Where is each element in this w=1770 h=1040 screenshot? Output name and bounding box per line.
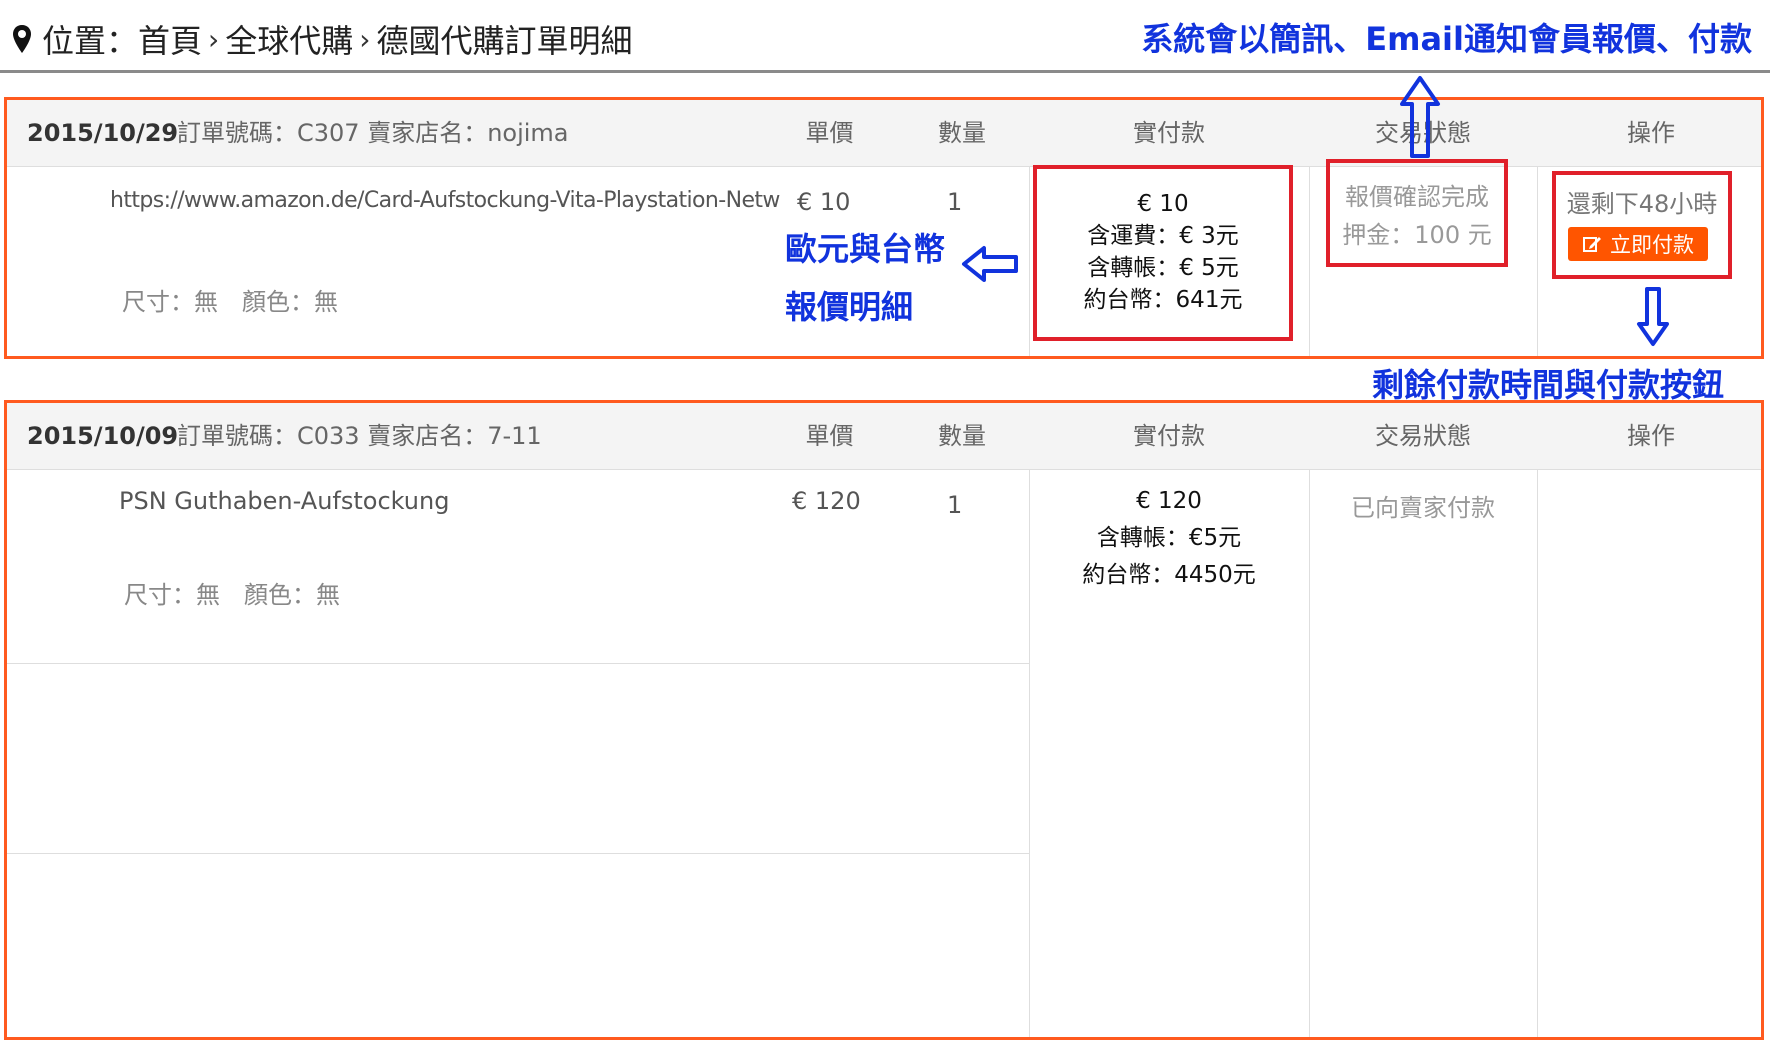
pay-now-label: 立即付款 bbox=[1610, 234, 1694, 257]
column-unit-price: 單價 bbox=[805, 119, 854, 147]
column-divider bbox=[1029, 166, 1030, 356]
column-divider bbox=[1537, 469, 1538, 1037]
breadcrumb-home[interactable]: 首頁 bbox=[138, 16, 202, 62]
order-meta: 訂單號碼：C307 賣家店名：nojima bbox=[177, 119, 569, 147]
arrow-left-icon bbox=[962, 246, 1018, 282]
payment-total: € 10 bbox=[1137, 191, 1189, 217]
order-status: 報價確認完成 押金：100 元 bbox=[1326, 178, 1508, 254]
notification-annotation: 系統會以簡訊、Email通知會員報價、付款 bbox=[1141, 20, 1752, 58]
column-divider bbox=[1309, 469, 1310, 1037]
payment-detail: € 10 含運費：€ 3元 含轉帳：€ 5元 約台幣：641元 bbox=[1037, 188, 1289, 316]
order-header: 2015/10/29 訂單號碼：C307 賣家店名：nojima 單價 數量 實… bbox=[7, 100, 1761, 167]
order-header: 2015/10/09 訂單號碼：C033 賣家店名：7-11 單價 數量 實付款… bbox=[7, 403, 1761, 470]
edit-icon bbox=[1583, 237, 1601, 252]
product-link[interactable]: https://www.amazon.de/Card-Aufstockung-V… bbox=[110, 188, 780, 213]
arrow-down-icon bbox=[1637, 287, 1669, 346]
payment-transfer: 含轉帳：€5元 bbox=[1096, 525, 1242, 551]
column-quantity: 數量 bbox=[938, 422, 986, 450]
column-divider bbox=[1309, 166, 1310, 356]
annotation-price-detail: 歐元與台幣 bbox=[785, 230, 946, 268]
quantity: 1 bbox=[947, 491, 963, 519]
breadcrumb-divider bbox=[0, 70, 1770, 73]
order-date: 2015/10/09 bbox=[27, 422, 179, 450]
payment-twd: 約台幣：4450元 bbox=[1082, 562, 1256, 588]
breadcrumb-prefix: 位置： bbox=[42, 22, 139, 60]
row-divider bbox=[7, 663, 1029, 664]
unit-price: € 10 bbox=[797, 188, 851, 216]
payment-transfer: 含轉帳：€ 5元 bbox=[1087, 255, 1239, 281]
quantity: 1 bbox=[947, 188, 963, 216]
annotation-price-detail: 報價明細 bbox=[785, 288, 914, 326]
column-action: 操作 bbox=[1627, 422, 1675, 450]
product-name[interactable]: PSN Guthaben-Aufstockung bbox=[119, 487, 449, 515]
status-line: 已向賣家付款 bbox=[1351, 494, 1495, 522]
breadcrumb-current: 德國代購訂單明細 bbox=[376, 22, 633, 60]
arrow-up-icon bbox=[1400, 76, 1440, 158]
payment-total: € 120 bbox=[1136, 488, 1202, 514]
column-status: 交易狀態 bbox=[1375, 422, 1471, 450]
order-meta: 訂單號碼：C033 賣家店名：7-11 bbox=[177, 422, 542, 450]
column-paid: 實付款 bbox=[1133, 119, 1205, 147]
column-divider bbox=[1029, 469, 1030, 1037]
column-quantity: 數量 bbox=[938, 119, 986, 147]
product-spec: 尺寸：無 顏色：無 bbox=[122, 288, 338, 316]
time-remaining: 還剩下48小時 bbox=[1566, 190, 1718, 218]
product-spec: 尺寸：無 顏色：無 bbox=[124, 581, 340, 609]
row-divider bbox=[7, 853, 1029, 854]
breadcrumb: 位置： 首頁 › 全球代購 › 德國代購訂單明細 bbox=[12, 14, 632, 64]
order-status: 已向賣家付款 bbox=[1309, 489, 1537, 527]
column-divider bbox=[1537, 166, 1538, 356]
column-action: 操作 bbox=[1627, 119, 1675, 147]
unit-price: € 120 bbox=[792, 487, 861, 515]
status-deposit: 押金：100 元 bbox=[1342, 221, 1492, 249]
order-date: 2015/10/29 bbox=[27, 119, 179, 147]
pay-now-button[interactable]: 立即付款 bbox=[1568, 227, 1708, 261]
payment-twd: 約台幣：641元 bbox=[1083, 287, 1243, 313]
payment-detail: € 120 含轉帳：€5元 約台幣：4450元 bbox=[1033, 483, 1305, 594]
location-pin-icon bbox=[13, 25, 31, 53]
column-paid: 實付款 bbox=[1133, 422, 1205, 450]
payment-shipping: 含運費：€ 3元 bbox=[1087, 223, 1239, 249]
chevron-right-icon: › bbox=[208, 22, 220, 56]
column-unit-price: 單價 bbox=[805, 422, 854, 450]
annotation-pay-time: 剩餘付款時間與付款按鈕 bbox=[1372, 366, 1725, 404]
status-line: 報價確認完成 bbox=[1345, 183, 1489, 211]
breadcrumb-global[interactable]: 全球代購 bbox=[225, 16, 353, 62]
order-block: 2015/10/09 訂單號碼：C033 賣家店名：7-11 單價 數量 實付款… bbox=[4, 400, 1764, 1040]
chevron-right-icon: › bbox=[359, 22, 371, 56]
